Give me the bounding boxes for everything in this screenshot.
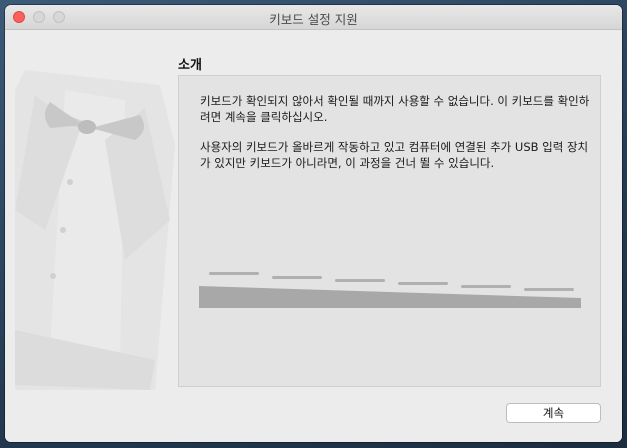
keyboard-icon: [199, 272, 581, 308]
title-bar[interactable]: 키보드 설정 지원: [5, 5, 622, 30]
keyboard-setup-assistant-window: 키보드 설정 지원 소개 키보드가 확인되지 않아서 확인될 때까지 사용할 수…: [5, 5, 622, 442]
tuxedo-illustration: [15, 70, 175, 390]
intro-paragraph-2: 사용자의 키보드가 올바르게 작동하고 있고 컴퓨터에 연결된 추가 USB 입…: [200, 139, 590, 171]
window-title: 키보드 설정 지원: [269, 12, 358, 27]
intro-paragraph-2-line-2: 가 있지만 키보드가 아니라면, 이 과정을 건너 뛸 수 있습니다.: [200, 156, 495, 170]
intro-paragraph-1-line-2: 려면 계속을 클릭하십시오.: [200, 110, 328, 124]
intro-paragraph-1-line-1: 키보드가 확인되지 않아서 확인될 때까지 사용할 수 없습니다. 이 키보드를…: [200, 94, 590, 108]
content-area: 소개 키보드가 확인되지 않아서 확인될 때까지 사용할 수 없습니다. 이 키…: [5, 30, 622, 442]
intro-paragraph-2-line-1: 사용자의 키보드가 올바르게 작동하고 있고 컴퓨터에 연결된 추가 USB 입…: [200, 140, 589, 154]
continue-button[interactable]: 계속: [506, 403, 601, 423]
intro-paragraph-1: 키보드가 확인되지 않아서 확인될 때까지 사용할 수 없습니다. 이 키보드를…: [200, 93, 590, 125]
section-heading: 소개: [178, 58, 202, 73]
intro-panel: 키보드가 확인되지 않아서 확인될 때까지 사용할 수 없습니다. 이 키보드를…: [178, 75, 601, 387]
